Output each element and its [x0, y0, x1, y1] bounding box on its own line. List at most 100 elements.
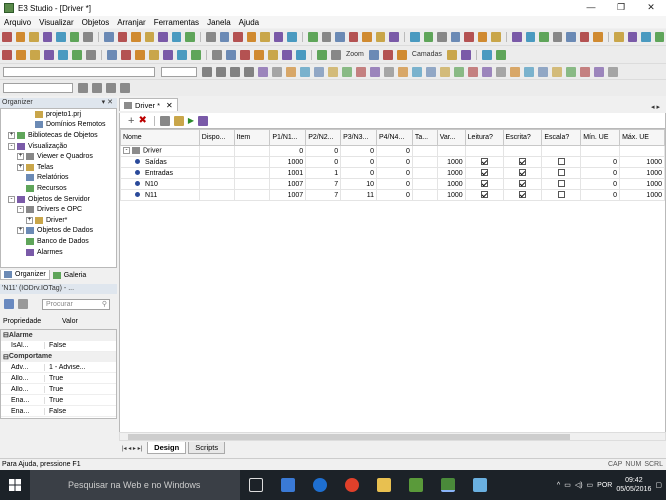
- toolbar-icon[interactable]: [423, 32, 434, 42]
- column-header[interactable]: Máx. UE: [619, 129, 665, 146]
- expand-icon[interactable]: +: [26, 216, 33, 224]
- toolbar-icon[interactable]: [579, 32, 590, 42]
- property-row[interactable]: Adv... 1 - Advise...: [1, 362, 116, 373]
- toolbar-icon[interactable]: [86, 49, 96, 60]
- value-cell[interactable]: [233, 178, 271, 190]
- tree-item[interactable]: Relatórios: [1, 173, 116, 184]
- property-value[interactable]: True: [45, 397, 63, 404]
- toolbar-icon[interactable]: [16, 49, 26, 60]
- file-explorer-icon[interactable]: [377, 478, 391, 492]
- value-cell[interactable]: [541, 145, 582, 157]
- tree-item[interactable]: + Bibliotecas de Objetos: [1, 130, 116, 141]
- toolbar-icon[interactable]: [552, 32, 563, 42]
- expand-icon[interactable]: [17, 238, 24, 245]
- checkbox-checked[interactable]: [518, 158, 526, 166]
- toolbar-icon[interactable]: [273, 32, 284, 42]
- toolbar-icon[interactable]: [104, 32, 114, 42]
- panel-controls-icon[interactable]: ▾ ✕: [102, 98, 113, 108]
- value-cell[interactable]: 0: [376, 167, 413, 179]
- toolbar-icon[interactable]: [614, 32, 624, 42]
- toolbar-icon[interactable]: [282, 49, 292, 60]
- expand-icon[interactable]: [17, 174, 24, 181]
- format-icon[interactable]: [300, 66, 310, 77]
- format-icon[interactable]: [328, 66, 338, 77]
- layers-dropdown[interactable]: Camadas: [412, 51, 442, 58]
- toolbar-icon[interactable]: [491, 32, 502, 42]
- toolbar-icon[interactable]: [254, 49, 264, 60]
- toolbar-icon[interactable]: [240, 49, 250, 60]
- checkbox-cell[interactable]: [464, 178, 504, 190]
- value-cell[interactable]: 0: [580, 189, 621, 201]
- checkbox-cell[interactable]: [464, 167, 504, 179]
- column-header[interactable]: P1/N1...: [269, 129, 307, 146]
- value-cell[interactable]: [411, 189, 438, 201]
- value-cell[interactable]: [198, 156, 235, 168]
- toolbar-icon[interactable]: [69, 32, 80, 42]
- value-cell[interactable]: 10: [340, 178, 377, 190]
- collapse-icon[interactable]: -: [8, 195, 15, 203]
- format-icon[interactable]: [510, 66, 520, 77]
- format-icon[interactable]: [356, 66, 366, 77]
- toolbar-icon[interactable]: [396, 49, 407, 60]
- close-tab-icon[interactable]: ✕: [166, 101, 173, 110]
- toolbar-icon[interactable]: [135, 49, 145, 60]
- value-cell[interactable]: 1000: [619, 189, 665, 201]
- format-icon[interactable]: [552, 66, 562, 77]
- toolbar-icon[interactable]: [566, 32, 576, 42]
- value-cell[interactable]: 0: [305, 145, 342, 157]
- tab-nav-arrows-icon[interactable]: |◂ ◂ ▸ ▸|: [119, 445, 145, 452]
- toolbar-icon[interactable]: [72, 49, 82, 60]
- format-icon[interactable]: [272, 66, 282, 77]
- toolbar-icon[interactable]: [206, 32, 216, 42]
- toolbar-icon[interactable]: [495, 49, 506, 60]
- toolbar-icon[interactable]: [382, 49, 393, 60]
- format-icon[interactable]: [314, 66, 324, 77]
- value-cell[interactable]: [233, 189, 271, 201]
- value-cell[interactable]: 1000: [619, 167, 665, 179]
- value-cell[interactable]: 0: [340, 156, 377, 168]
- value-cell[interactable]: 0: [580, 167, 621, 179]
- toolbar-icon[interactable]: [525, 32, 536, 42]
- toolbar-icon[interactable]: [410, 32, 420, 42]
- toolbar-icon[interactable]: [375, 32, 386, 42]
- expand-icon[interactable]: +: [17, 227, 24, 235]
- value-cell[interactable]: 1007: [269, 189, 307, 201]
- checkbox-cell[interactable]: [502, 189, 543, 201]
- folder-icon[interactable]: [173, 115, 184, 126]
- format-icon[interactable]: [566, 66, 576, 77]
- collapse-icon[interactable]: -: [123, 147, 130, 155]
- toolbar-icon[interactable]: [191, 49, 201, 60]
- app-icon-2[interactable]: [473, 478, 487, 492]
- value-cell[interactable]: 1000: [436, 178, 466, 190]
- value-cell[interactable]: [580, 145, 621, 157]
- categorized-icon[interactable]: [4, 299, 14, 309]
- start-button[interactable]: [0, 470, 30, 500]
- property-row[interactable]: Ena... False: [1, 406, 116, 417]
- tree-item[interactable]: + Telas: [1, 162, 116, 173]
- toolbar-icon[interactable]: [2, 32, 12, 42]
- value-cell[interactable]: 0: [305, 156, 342, 168]
- value-cell[interactable]: [619, 145, 665, 157]
- tree-item[interactable]: Banco de Dados: [1, 236, 116, 247]
- format-icon[interactable]: [244, 66, 254, 77]
- table-row[interactable]: N11 1007 7 11 0 1000 0 1000: [120, 189, 665, 201]
- menu-arquivo[interactable]: Arquivo: [0, 18, 35, 27]
- toolbar-icon[interactable]: [107, 49, 117, 60]
- value-cell[interactable]: [411, 178, 438, 190]
- scrollbar-thumb[interactable]: [128, 434, 570, 440]
- menu-objetos[interactable]: Objetos: [78, 18, 114, 27]
- tag-name-cell[interactable]: N10: [120, 178, 200, 190]
- tree-item[interactable]: - Visualização: [1, 141, 116, 152]
- value-cell[interactable]: [233, 156, 271, 168]
- toolbar-icon[interactable]: [446, 49, 457, 60]
- expand-icon[interactable]: [26, 111, 33, 118]
- format-icon[interactable]: [398, 66, 408, 77]
- checkbox-checked[interactable]: [518, 191, 526, 199]
- checkbox-cell[interactable]: [502, 178, 543, 190]
- menu-ajuda[interactable]: Ajuda: [235, 18, 263, 27]
- value-cell[interactable]: 1007: [269, 178, 307, 190]
- task-view-icon[interactable]: [249, 478, 263, 492]
- toolbar-icon[interactable]: [539, 32, 549, 42]
- toolbar-icon[interactable]: [368, 49, 379, 60]
- value-cell[interactable]: 1: [305, 167, 342, 179]
